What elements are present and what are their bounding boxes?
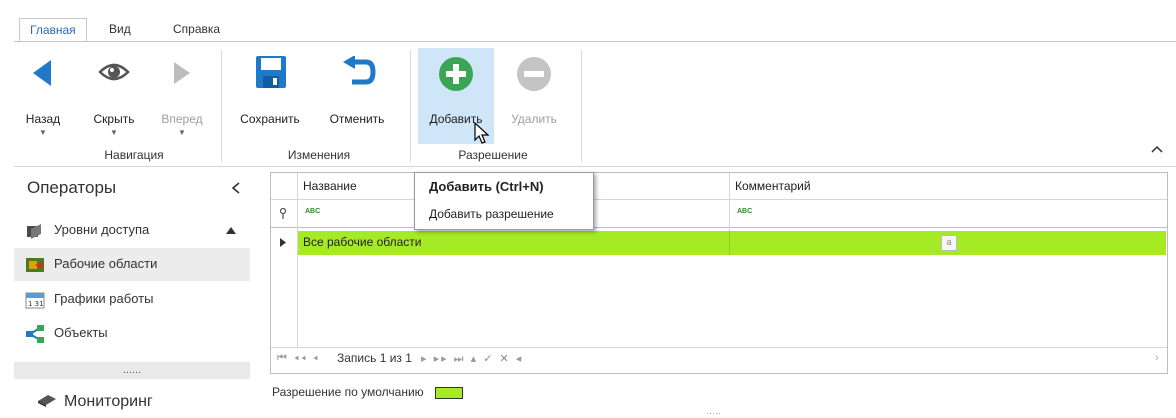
- delete-button[interactable]: Удалить: [502, 50, 566, 142]
- sidebar-splitter[interactable]: ......: [14, 362, 250, 379]
- ribbon: Назад ▼ Скрыть ▼ Вперед ▼ Навигация Сохр…: [14, 41, 1176, 167]
- tooltip: Добавить (Ctrl+N) Добавить разрешение: [414, 172, 594, 230]
- access-levels-icon: [27, 224, 41, 239]
- tooltip-title: Добавить (Ctrl+N): [429, 179, 544, 194]
- legend-label: Разрешение по умолчанию: [272, 385, 424, 399]
- schedule-icon: 1 31: [25, 292, 45, 309]
- sidebar-title: Операторы: [27, 178, 117, 197]
- hide-label: Скрыть: [93, 112, 135, 126]
- navigator-next-last-buttons[interactable]: ▸ ▸▸ ⏭ ▴ ✓ ✕ ◂: [421, 352, 523, 366]
- cancel-label: Отменить: [329, 112, 385, 126]
- chevron-down-icon: ▼: [39, 128, 47, 137]
- objects-icon: [26, 325, 44, 343]
- table-row[interactable]: [298, 231, 1166, 255]
- row-indicator-icon: [280, 238, 286, 247]
- row-name-cell[interactable]: Все рабочие области: [303, 235, 422, 249]
- hide-button[interactable]: Скрыть ▼: [84, 50, 144, 142]
- sidebar-item-schedules[interactable]: 1 31 Графики работы: [14, 283, 250, 316]
- forward-arrow-icon: [174, 62, 190, 84]
- forward-button[interactable]: Вперед ▼: [154, 50, 210, 142]
- eye-icon: [98, 63, 130, 81]
- tab-help[interactable]: Справка: [163, 18, 230, 41]
- group-separator: [581, 50, 582, 162]
- tab-home[interactable]: Главная: [19, 18, 87, 43]
- workspaces-icon: [26, 258, 44, 272]
- chevron-down-icon: ▼: [110, 128, 118, 137]
- back-arrow-icon: [33, 60, 51, 86]
- sidebar-item-label: Мониторинг: [64, 393, 153, 410]
- back-button[interactable]: Назад ▼: [18, 50, 68, 142]
- group-label-changes: Изменения: [287, 148, 351, 162]
- group-separator: [410, 50, 411, 162]
- group-label-permission: Разрешение: [458, 148, 528, 162]
- add-circle-icon: [439, 57, 473, 91]
- group-label-navigation: Навигация: [104, 148, 164, 162]
- chevron-up-icon[interactable]: [226, 227, 236, 234]
- delete-label: Удалить: [511, 112, 557, 126]
- sidebar-item-access-levels[interactable]: Уровни доступа: [14, 214, 250, 247]
- svg-text:1 31: 1 31: [28, 300, 44, 308]
- scroll-right-icon[interactable]: ›: [1155, 352, 1159, 364]
- collapse-ribbon-icon[interactable]: [1151, 144, 1163, 154]
- monitoring-icon: [38, 395, 56, 407]
- sidebar-item-workspaces[interactable]: Рабочие области: [14, 248, 250, 281]
- navigator-first-prev-buttons[interactable]: ⏮ ◂◂ ◂: [277, 352, 320, 365]
- data-grid: Название Комментарий ABC ABC Все рабочие…: [270, 172, 1168, 374]
- splitter-dots[interactable]: ·····: [706, 408, 721, 418]
- chevron-down-icon: ▼: [178, 128, 186, 137]
- save-label: Сохранить: [240, 112, 300, 126]
- sidebar-item-label: Уровни доступа: [54, 222, 150, 237]
- group-separator: [221, 50, 222, 162]
- forward-label: Вперед: [161, 112, 203, 126]
- save-icon: [256, 56, 286, 88]
- default-permission-legend: Разрешение по умолчанию: [272, 385, 464, 399]
- undo-icon: [343, 56, 376, 85]
- legend-color-swatch: [435, 386, 464, 399]
- tooltip-text: Добавить разрешение: [429, 207, 554, 221]
- sidebar-item-label: Графики работы: [54, 291, 154, 306]
- back-label: Назад: [25, 112, 61, 126]
- column-header-name[interactable]: Название: [303, 173, 357, 199]
- sidebar-item-monitoring[interactable]: Мониторинг: [14, 388, 250, 415]
- sidebar-item-label: Объекты: [54, 325, 108, 340]
- column-header-comment[interactable]: Комментарий: [735, 173, 811, 199]
- pin-icon: [279, 208, 287, 219]
- ribbon-tabs: Главная Вид Справка: [19, 18, 1176, 43]
- sidebar-item-label: Рабочие области: [54, 256, 158, 271]
- tab-view[interactable]: Вид: [99, 18, 141, 41]
- comment-memo-icon[interactable]: a: [941, 235, 957, 251]
- record-navigator-text: Запись 1 из 1: [337, 351, 412, 365]
- collapse-sidebar-icon[interactable]: [231, 182, 241, 194]
- cancel-button[interactable]: Отменить: [322, 50, 392, 142]
- sidebar-item-objects[interactable]: Объекты: [14, 317, 250, 350]
- remove-circle-icon: [517, 57, 551, 91]
- mouse-cursor-icon: [474, 122, 490, 144]
- save-button[interactable]: Сохранить: [230, 50, 310, 142]
